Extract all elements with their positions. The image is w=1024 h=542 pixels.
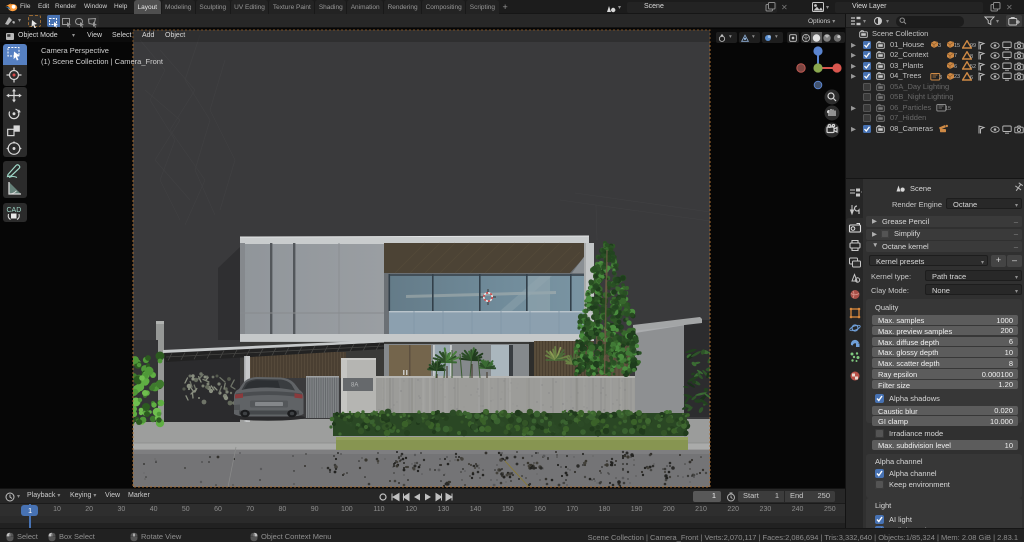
svg-text:8A: 8A (351, 383, 358, 389)
svg-text:CAD: CAD (7, 207, 22, 214)
